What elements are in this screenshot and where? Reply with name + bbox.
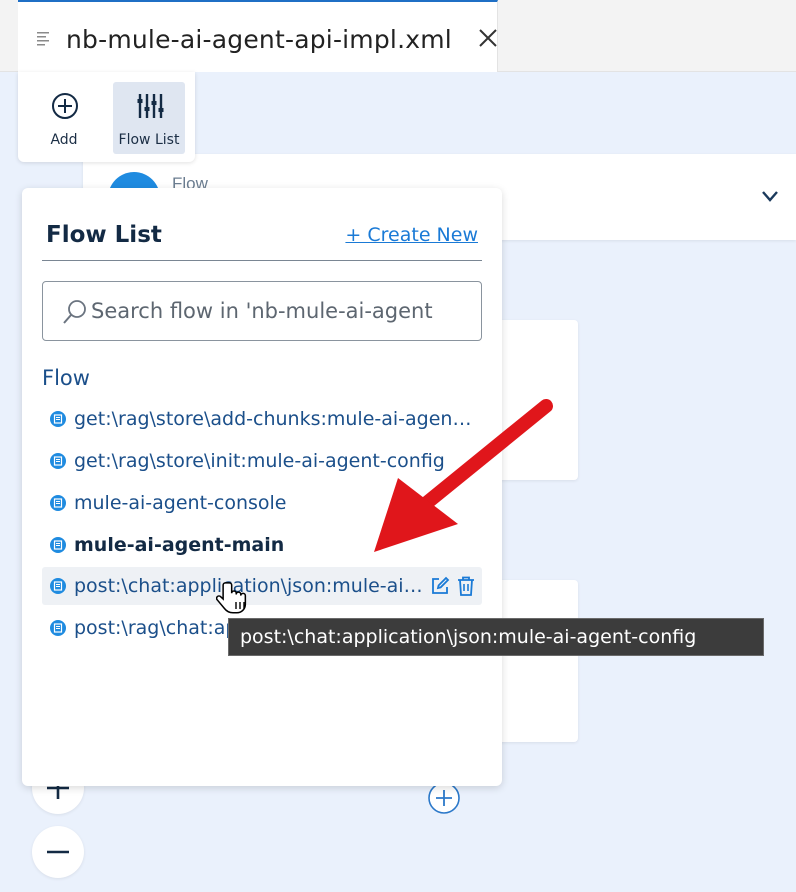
flow-icon (50, 411, 66, 427)
section-title-flow: Flow (42, 366, 90, 390)
divider (42, 260, 482, 261)
add-component-icon[interactable] (427, 781, 461, 815)
hand-cursor-icon (216, 582, 247, 614)
canvas-toolbar: Add Flow List (18, 72, 195, 162)
flow-icon (50, 453, 66, 469)
flow-icon (50, 537, 66, 553)
add-circle-icon (52, 93, 78, 119)
sliders-icon (137, 94, 164, 118)
panel-title: Flow List (46, 222, 162, 248)
flow-list-item[interactable]: post:\chat:application\json:mule-ai-agen… (42, 567, 482, 605)
trash-icon[interactable] (456, 575, 476, 597)
add-label: Add (50, 132, 78, 148)
search-icon (63, 300, 86, 324)
editor-tab[interactable]: nb-mule-ai-agent-api-impl.xml (18, 0, 498, 72)
search-field[interactable] (42, 281, 482, 341)
flow-icon (50, 578, 66, 594)
zoom-out-button[interactable] (32, 826, 84, 878)
editor-tab-bar: nb-mule-ai-agent-api-impl.xml (0, 0, 796, 72)
tooltip: post:\chat:application\json:mule-ai-agen… (228, 618, 764, 656)
flow-icon (50, 620, 66, 636)
chevron-down-icon[interactable] (760, 188, 780, 204)
search-input[interactable] (91, 282, 471, 340)
tab-title: nb-mule-ai-agent-api-impl.xml (66, 25, 452, 54)
edit-icon[interactable] (430, 576, 450, 596)
annotation-arrow-icon (374, 399, 553, 552)
flow-list-button[interactable]: Flow List (113, 82, 185, 154)
flow-list-label: Flow List (118, 132, 180, 148)
flow-icon (50, 495, 66, 511)
create-new-link[interactable]: + Create New (345, 224, 478, 246)
close-icon[interactable] (476, 26, 500, 50)
add-button[interactable]: Add (28, 82, 100, 154)
lines-icon (37, 32, 49, 46)
minus-icon (47, 850, 69, 854)
